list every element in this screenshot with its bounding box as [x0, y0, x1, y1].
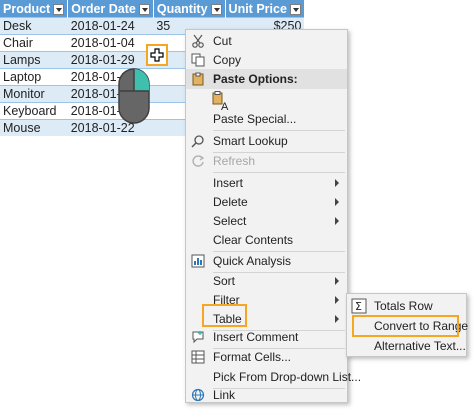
menu-label: Paste Options:: [213, 72, 298, 86]
menu-label: Insert Comment: [213, 330, 299, 344]
clipboard-icon: [190, 71, 206, 87]
comment-icon: [190, 329, 206, 345]
menu-item-quick-analysis[interactable]: Quick Analysis: [186, 251, 347, 271]
submenu-arrow-icon: [335, 217, 339, 225]
cell[interactable]: 2018-01-24: [67, 17, 154, 35]
refresh-icon: [190, 153, 206, 169]
submenu-arrow-icon: [335, 198, 339, 206]
cell[interactable]: Mouse: [0, 119, 68, 136]
menu-item-copy[interactable]: Copy: [186, 50, 347, 70]
menu-item-smart-lookup[interactable]: Smart Lookup: [186, 131, 347, 151]
table-submenu: Σ Totals Row Convert to Range Alternativ…: [346, 293, 468, 357]
menu-item-pick-from-list[interactable]: Pick From Drop-down List...: [186, 367, 361, 387]
cell[interactable]: Keyboard: [0, 102, 68, 120]
menu-label: Copy: [213, 53, 242, 67]
totals-sigma-icon: Σ: [351, 298, 367, 314]
menu-item-insert[interactable]: Insert: [186, 173, 347, 193]
menu-item-cut[interactable]: Cut: [186, 31, 347, 51]
menu-label: Format Cells...: [213, 350, 292, 364]
cell[interactable]: Chair: [0, 34, 68, 52]
menu-label: Quick Analysis: [213, 254, 292, 268]
menu-label: Clear Contents: [213, 233, 294, 247]
menu-item-delete[interactable]: Delete: [186, 192, 347, 212]
menu-item-paste-special[interactable]: Paste Special...: [186, 109, 347, 129]
copy-icon: [190, 52, 206, 68]
quick-analysis-icon: [190, 253, 206, 269]
table-header-row: Product Order Date Quantity Unit Price: [0, 0, 305, 18]
cell[interactable]: 2018-01-29: [67, 51, 154, 69]
menu-label: Pick From Drop-down List...: [213, 370, 362, 384]
scissors-icon: [190, 33, 206, 49]
header-quantity[interactable]: Quantity: [153, 0, 226, 18]
menu-item-link[interactable]: Link: [186, 385, 347, 405]
submenu-item-alternative-text[interactable]: Alternative Text...: [347, 336, 466, 356]
submenu-arrow-icon: [335, 277, 339, 285]
submenu-item-totals-row[interactable]: Σ Totals Row: [347, 296, 466, 316]
cell-select-cursor-icon: [146, 44, 168, 66]
menu-label: Link: [213, 388, 236, 402]
mouse-icon: [117, 67, 151, 128]
menu-item-insert-comment[interactable]: Insert Comment: [186, 327, 347, 347]
menu-label: Alternative Text...: [374, 339, 466, 353]
cell[interactable]: 2018-01-04: [67, 34, 154, 52]
search-icon: [190, 133, 206, 149]
table-highlight-box: [202, 304, 247, 327]
header-unit-price[interactable]: Unit Price: [225, 0, 305, 18]
menu-label: Sort: [213, 274, 236, 288]
menu-label: Refresh: [213, 154, 256, 168]
submenu-arrow-icon: [335, 296, 339, 304]
cell[interactable]: Desk: [0, 17, 68, 35]
menu-label: Paste Special...: [213, 112, 297, 126]
format-cells-icon: [190, 349, 206, 365]
context-menu: Cut Copy Paste Options: A Paste Special.…: [185, 29, 361, 405]
menu-item-sort[interactable]: Sort: [186, 271, 347, 291]
cell[interactable]: Lamps: [0, 51, 68, 69]
menu-item-select[interactable]: Select: [186, 211, 347, 231]
menu-label: Cut: [213, 34, 232, 48]
menu-item-clear-contents[interactable]: Clear Contents: [186, 230, 347, 250]
menu-label: Smart Lookup: [213, 134, 288, 148]
menu-label: Totals Row: [374, 299, 433, 313]
convert-highlight-box: [352, 315, 459, 337]
cell[interactable]: Laptop: [0, 68, 68, 86]
submenu-arrow-icon: [335, 315, 339, 323]
menu-item-format-cells[interactable]: Format Cells...: [186, 347, 347, 367]
filter-dropdown-icon[interactable]: [138, 3, 150, 15]
header-order-date[interactable]: Order Date: [67, 0, 154, 18]
filter-dropdown-icon[interactable]: [210, 3, 222, 15]
paste-options-header: Paste Options:: [186, 69, 347, 89]
menu-label: Insert: [213, 176, 244, 190]
svg-text:Σ: Σ: [355, 300, 362, 313]
header-product[interactable]: Product: [0, 0, 69, 18]
cell[interactable]: Monitor: [0, 85, 68, 103]
filter-dropdown-icon[interactable]: [53, 3, 65, 15]
menu-label: Delete: [213, 195, 248, 209]
filter-dropdown-icon[interactable]: [289, 3, 301, 15]
menu-label: Select: [213, 214, 247, 228]
submenu-arrow-icon: [335, 179, 339, 187]
menu-item-refresh[interactable]: Refresh: [186, 151, 347, 171]
link-icon: [190, 387, 206, 403]
